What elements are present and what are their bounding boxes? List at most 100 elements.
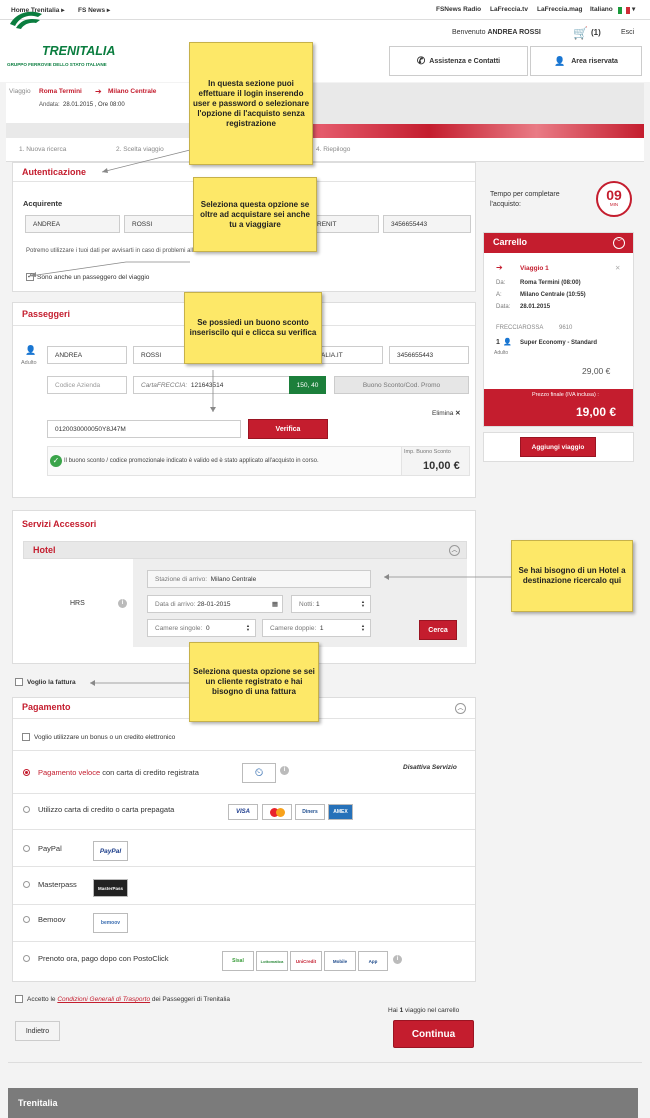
assistance-button[interactable]: ✆ Assistenza e Contatti bbox=[389, 46, 528, 76]
discount-value: 10,00 € bbox=[423, 460, 460, 472]
top-bar: Home Trenitalia ▸ FS News ▸ FSNews Radio… bbox=[0, 0, 650, 20]
fast-payment-radio[interactable] bbox=[23, 769, 30, 776]
mobile-icon: Mobile bbox=[324, 951, 356, 971]
language-select[interactable]: Italiano bbox=[590, 6, 613, 13]
info-icon[interactable]: i bbox=[118, 599, 127, 608]
buyer-phone-field[interactable]: 3456655443 bbox=[383, 215, 471, 233]
payment-title: Pagamento bbox=[22, 702, 71, 712]
mag-link[interactable]: LaFreccia.mag bbox=[537, 6, 583, 13]
hotel-header[interactable]: Hotel ︿ bbox=[23, 541, 467, 559]
italy-flag-icon bbox=[618, 7, 630, 14]
tv-link[interactable]: LaFreccia.tv bbox=[490, 6, 528, 13]
paypal-label: PayPal bbox=[38, 844, 62, 853]
arrow-right-icon: ➔ bbox=[95, 87, 102, 96]
arrow-right-icon: ➔ bbox=[496, 263, 503, 272]
chevron-up-icon[interactable]: ︿ bbox=[455, 703, 466, 714]
auth-title: Autenticazione bbox=[22, 167, 87, 177]
cart-header: Carrello ﹀ bbox=[484, 233, 633, 253]
nights-select[interactable]: Notti: 1 bbox=[291, 595, 371, 613]
card-label: Utilizzo carta di credito o carta prepag… bbox=[38, 805, 175, 814]
passenger-name-field[interactable]: ANDREA bbox=[47, 346, 127, 364]
masterpass-radio[interactable] bbox=[23, 881, 30, 888]
add-trip-button[interactable]: Aggiungi viaggio bbox=[520, 437, 596, 457]
unicredit-icon: UniCredit bbox=[290, 951, 322, 971]
cart-price: 29,00 € bbox=[582, 366, 611, 376]
continue-button[interactable]: Continua bbox=[393, 1020, 474, 1048]
close-icon: ✕ bbox=[455, 410, 461, 417]
discount-amount-box: Imp. Buono Sconto 10,00 € bbox=[401, 446, 470, 476]
fare-name: Super Economy - Standard bbox=[520, 340, 598, 346]
bemoov-radio[interactable] bbox=[23, 916, 30, 923]
buyer-email-field[interactable]: RENIT bbox=[309, 215, 379, 233]
fsnews-link[interactable]: FS News ▸ bbox=[78, 6, 110, 14]
paypal-radio[interactable] bbox=[23, 845, 30, 852]
remove-link[interactable]: Elimina ✕ bbox=[432, 409, 461, 417]
cart-icon[interactable]: 🛒 bbox=[573, 26, 588, 40]
note-promo: Se possiedi un buono sconto inseriscilo … bbox=[184, 292, 322, 364]
bemoov-label: Bemoov bbox=[38, 915, 66, 924]
amex-icon: AMEX bbox=[328, 804, 353, 820]
mastercard-icon bbox=[262, 804, 292, 820]
chevron-up-icon[interactable]: ︿ bbox=[449, 545, 460, 556]
step-2[interactable]: 2. Scelta viaggio bbox=[116, 146, 164, 153]
terms-label: Accetto le Condizioni Generali di Traspo… bbox=[27, 996, 230, 1003]
back-button[interactable]: Indietro bbox=[15, 1021, 60, 1041]
close-icon[interactable]: ✕ bbox=[615, 264, 620, 272]
double-rooms-select[interactable]: Camere doppie: 1 bbox=[262, 619, 371, 637]
cart-panel: Carrello ﹀ ➔ Viaggio 1 ✕ Da: Roma Termin… bbox=[483, 232, 634, 427]
invoice-checkbox[interactable] bbox=[15, 678, 23, 686]
disable-service-link[interactable]: Disattiva Servizio bbox=[403, 764, 457, 771]
logo-subtitle: GRUPPO FERROVIE DELLO STATO ITALIANE bbox=[7, 62, 107, 67]
note-login: In questa sezione puoi effettuare il log… bbox=[189, 42, 313, 165]
terms-link[interactable]: Condizioni Generali di Trasporto bbox=[57, 996, 150, 1003]
terms-checkbox[interactable] bbox=[15, 995, 23, 1003]
info-icon[interactable]: i bbox=[393, 955, 402, 964]
step-1[interactable]: 1. Nuova ricerca bbox=[19, 146, 66, 153]
bonus-label: Voglio utilizzare un bonus o un credito … bbox=[34, 734, 176, 741]
trenitalia-logo-icon bbox=[10, 11, 42, 29]
points-badge: 150, 40 bbox=[289, 376, 326, 394]
station-field[interactable]: Stazione di arrivo: Milano Centrale bbox=[147, 570, 371, 588]
note-hotel: Se hai bisogno di un Hotel a destinazion… bbox=[511, 540, 633, 612]
passenger-phone-field[interactable]: 3456655443 bbox=[389, 346, 469, 364]
info-icon[interactable]: i bbox=[280, 766, 289, 775]
arrival-date-field[interactable]: Data di arrivo: 28-01-2015 ▦ bbox=[147, 595, 283, 613]
promo-code-field[interactable]: 0120030000050Y8J47M bbox=[47, 420, 241, 438]
bemoov-icon: bemoov bbox=[93, 913, 128, 933]
promo-success-text: Il buono sconto / codice promozionale in… bbox=[64, 458, 319, 464]
postoclick-radio[interactable] bbox=[23, 955, 30, 962]
person-icon: 👤 bbox=[503, 339, 512, 346]
postoclick-label: Prenoto ora, pago dopo con PostoClick bbox=[38, 954, 169, 963]
also-passenger-checkbox[interactable]: ✓ bbox=[26, 273, 34, 281]
buyer-name-field[interactable]: ANDREA bbox=[25, 215, 120, 233]
person-icon: 👤 bbox=[25, 345, 37, 355]
calendar-icon: ▦ bbox=[271, 601, 278, 608]
footer-divider bbox=[8, 1062, 642, 1063]
promo-button[interactable]: Buono Sconto/Cod. Promo bbox=[334, 376, 469, 394]
footer: Trenitalia bbox=[8, 1088, 638, 1118]
passengers-title: Passeggeri bbox=[22, 309, 71, 319]
company-code-field[interactable]: Codice Azienda bbox=[47, 376, 127, 394]
radio-link[interactable]: FSNews Radio bbox=[436, 6, 481, 13]
diners-icon: Diners bbox=[295, 804, 325, 820]
hrs-box: HRS i bbox=[23, 559, 133, 647]
single-rooms-select[interactable]: Camere singole: 0 bbox=[147, 619, 256, 637]
timer-value: 09 bbox=[606, 187, 622, 203]
welcome-text: Benvenuto ANDREA ROSSI bbox=[452, 29, 541, 36]
also-passenger-label: Sono anche un passeggero del viaggio bbox=[37, 274, 150, 281]
phone-icon: ✆ bbox=[416, 55, 426, 67]
reserved-area-button[interactable]: 👤 Area riservata bbox=[530, 46, 642, 76]
logo-text: TRENITALIA bbox=[42, 44, 116, 58]
train-number: 9610 bbox=[559, 325, 573, 331]
bonus-checkbox[interactable] bbox=[22, 733, 30, 741]
search-hotel-button[interactable]: Cerca bbox=[419, 620, 457, 640]
verify-button[interactable]: Verifica bbox=[248, 419, 328, 439]
card-radio[interactable] bbox=[23, 806, 30, 813]
trip-date: 28.01.2015 , Ore 08:00 bbox=[63, 102, 125, 108]
footer-title: Trenitalia bbox=[18, 1098, 58, 1108]
check-icon: ✓ bbox=[50, 455, 62, 467]
logout-link[interactable]: Esci bbox=[621, 29, 634, 36]
chevron-down-icon[interactable]: ﹀ bbox=[613, 237, 625, 249]
app-icon: App bbox=[358, 951, 388, 971]
cart-count[interactable]: (1) bbox=[591, 28, 601, 37]
